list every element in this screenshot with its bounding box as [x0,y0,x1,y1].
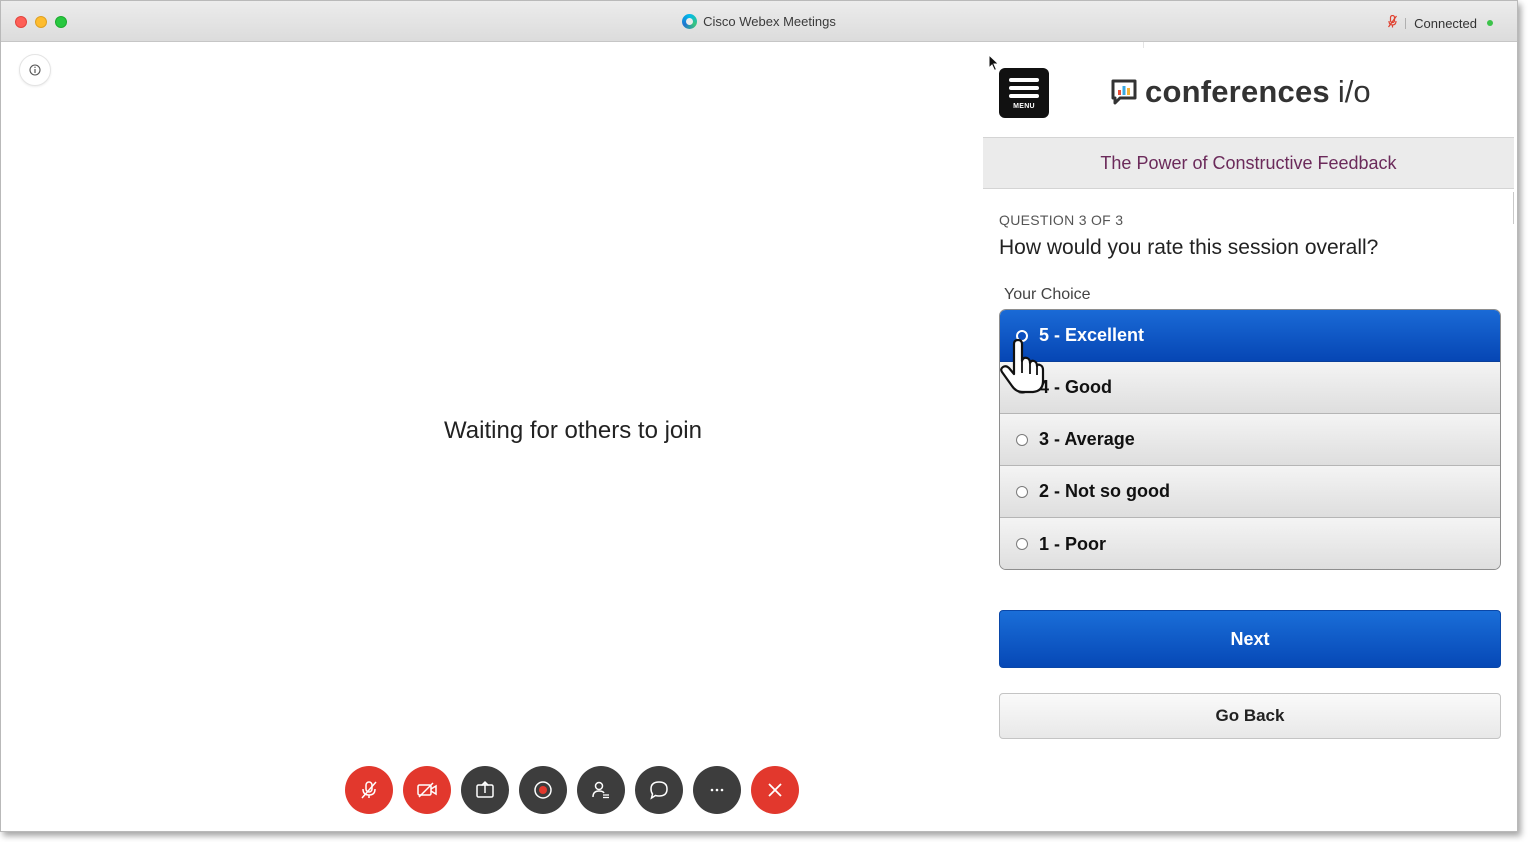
menu-label: MENU [1013,103,1035,110]
session-title-bar: The Power of Constructive Feedback [983,137,1514,189]
panel-edge-line [1513,192,1514,224]
chat-button[interactable] [635,766,683,814]
info-icon [29,64,41,76]
connection-status-text: Connected [1414,15,1477,31]
option-label: 2 - Not so good [1039,481,1170,501]
mouse-pointer-icon [988,54,1000,72]
more-button[interactable] [693,766,741,814]
connected-dot-icon [1487,20,1493,26]
window-title-text: Cisco Webex Meetings [703,14,836,29]
mute-button[interactable] [345,766,393,814]
option-not-so-good[interactable]: 2 - Not so good [1000,466,1500,518]
video-button[interactable] [403,766,451,814]
option-good[interactable]: 4 - Good [1000,362,1500,414]
panel-divider [1143,42,1144,48]
connection-status: Connected [1388,14,1493,32]
video-off-icon [417,782,437,798]
go-back-button[interactable]: Go Back [999,693,1501,739]
session-title: The Power of Constructive Feedback [1100,152,1397,173]
close-icon [768,783,782,797]
share-icon [476,780,494,798]
hamburger-icon-bar [1009,86,1039,90]
survey-panel: MENU conferences i/o The Power of Constr… [983,42,1514,831]
mic-muted-icon [361,781,377,799]
radio-button[interactable] [1016,485,1028,498]
radio-button[interactable] [1016,538,1028,550]
choice-label: Your Choice [1004,286,1091,303]
option-label: 3 - Average [1039,429,1135,449]
meeting-controls [345,766,799,814]
option-label: 1 - Poor [1039,533,1107,554]
option-average[interactable]: 3 - Average [1000,414,1500,466]
meeting-info-button[interactable] [19,54,51,86]
title-bar: Cisco Webex Meetings Connected [1,1,1517,42]
webex-window: Cisco Webex Meetings Connected Waiting f… [0,0,1518,832]
status-divider [1405,17,1407,29]
menu-button[interactable]: MENU [999,68,1049,118]
question-counter: QUESTION 3 OF 3 [999,212,1124,228]
share-button[interactable] [461,766,509,814]
radio-button[interactable] [1016,433,1028,446]
brand-name: conferences [1145,74,1330,109]
option-label: 4 - Good [1039,377,1112,397]
option-poor[interactable]: 1 - Poor [1000,518,1500,569]
record-icon [534,781,552,799]
hamburger-icon-bar [1009,94,1039,98]
participants-button[interactable] [577,766,625,814]
conferences-io-logo: conferences i/o [1109,72,1371,112]
next-button[interactable]: Next [999,610,1501,668]
hand-cursor-icon [1000,338,1045,394]
chat-icon [650,781,668,800]
question-text: How would you rate this session overall? [999,236,1379,259]
record-button[interactable] [519,766,567,814]
participants-icon [592,781,609,799]
chat-bars-logo-icon [1111,79,1137,105]
brand-suffix: i/o [1337,74,1371,109]
option-excellent[interactable]: 5 - Excellent [1000,310,1500,362]
more-icon [710,788,724,792]
waiting-message: Waiting for others to join [444,417,702,444]
window-title: Cisco Webex Meetings [1,13,1517,31]
rating-options: 5 - Excellent 4 - Good 3 - Average 2 - N… [999,309,1501,570]
webex-logo-icon [682,14,698,29]
option-label: 5 - Excellent [1039,325,1145,345]
hamburger-icon [1009,78,1039,82]
mic-muted-status-icon [1388,14,1398,31]
leave-meeting-button[interactable] [751,766,799,814]
